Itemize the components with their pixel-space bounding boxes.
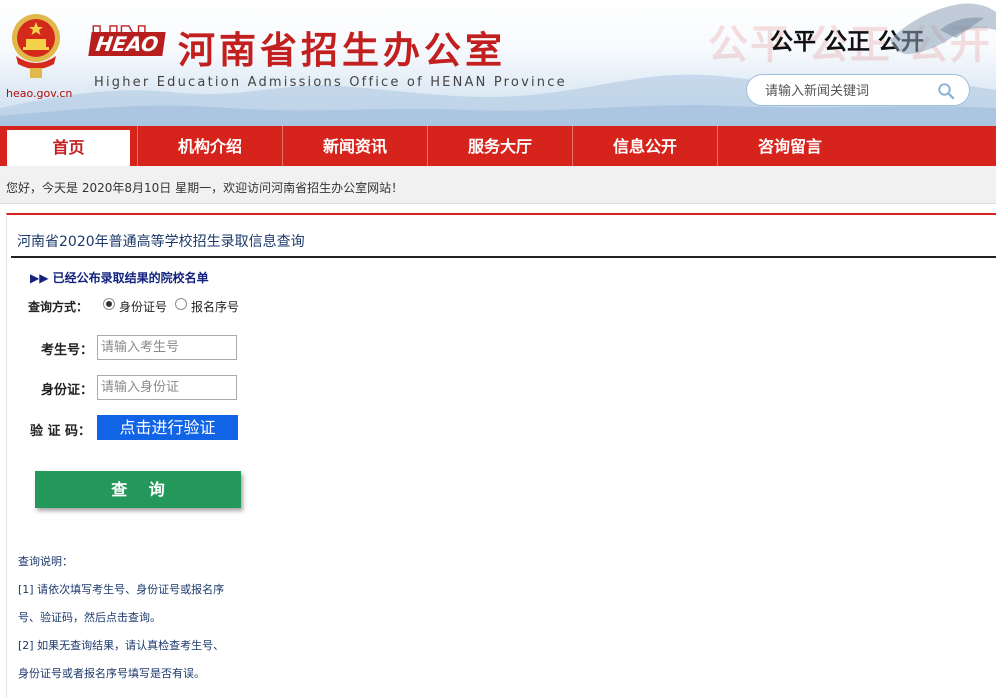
radio-registration-number-label[interactable]: 报名序号 (191, 298, 239, 315)
id-card-input[interactable] (97, 375, 237, 400)
query-mode-label: 查询方式： (28, 300, 89, 314)
nav-item-about[interactable]: 机构介绍 (137, 126, 282, 166)
captcha-label: 验 证 码： (30, 424, 92, 439)
instruction-line: [2] 如果无查询结果，请认真检查考生号、 (18, 639, 225, 652)
organization-title: 河南省招生办公室 (178, 29, 506, 72)
organization-subtitle-en: Higher Education Admissions Office of HE… (94, 75, 567, 90)
id-card-label: 身份证： (41, 383, 94, 398)
title-divider (11, 256, 996, 258)
welcome-bar: 您好，今天是 2020年8月10日 星期一，欢迎访问河南省招生办公室网站！ (0, 166, 996, 204)
national-emblem-icon (12, 14, 60, 78)
instruction-line: 号、验证码，然后点击查询。 (18, 611, 161, 624)
nav-item-consult[interactable]: 咨询留言 (717, 126, 862, 166)
eagle-icon (890, 3, 996, 55)
nav-item-home[interactable]: 首页 (7, 130, 130, 166)
radio-id-number-label[interactable]: 身份证号 (119, 298, 167, 315)
panel-title: 河南省2020年普通高等学校招生录取信息查询 (17, 234, 305, 250)
nav-item-news[interactable]: 新闻资讯 (282, 126, 427, 166)
search-box (746, 74, 970, 106)
exam-number-input[interactable] (97, 335, 237, 360)
welcome-text: 您好，今天是 2020年8月10日 星期一，欢迎访问河南省招生办公室网站！ (6, 181, 404, 195)
verify-captcha-button[interactable]: 点击进行验证 (97, 415, 238, 440)
search-icon[interactable] (937, 82, 955, 100)
instructions-heading: 查询说明： (18, 555, 73, 568)
site-header: heao.gov.cn HN HEAO 河南省招生办公室 Higher Educ… (0, 0, 996, 126)
published-schools-link[interactable]: ▶▶ 已经公布录取结果的院校名单 (30, 269, 209, 286)
nav-item-services[interactable]: 服务大厅 (427, 126, 572, 166)
main-nav: 首页 机构介绍 新闻资讯 服务大厅 信息公开 咨询留言 (0, 126, 996, 166)
exam-number-label: 考生号： (41, 343, 94, 358)
nav-item-disclosure[interactable]: 信息公开 (572, 126, 717, 166)
news-search-input[interactable] (765, 81, 935, 101)
query-submit-button[interactable]: 查 询 (35, 471, 241, 508)
admission-query-panel: 河南省2020年普通高等学校招生录取信息查询 ▶▶ 已经公布录取结果的院校名单 … (6, 213, 996, 698)
instruction-line: 身份证号或者报名序号填写是否有误。 (18, 667, 205, 680)
radio-registration-number[interactable] (175, 298, 187, 310)
heao-logo-badge: HEAO (88, 32, 166, 56)
instruction-line: [1] 请依次填写考生号、身份证号或报名序 (18, 583, 225, 596)
site-url: heao.gov.cn (6, 87, 73, 100)
radio-id-number[interactable] (103, 298, 115, 310)
